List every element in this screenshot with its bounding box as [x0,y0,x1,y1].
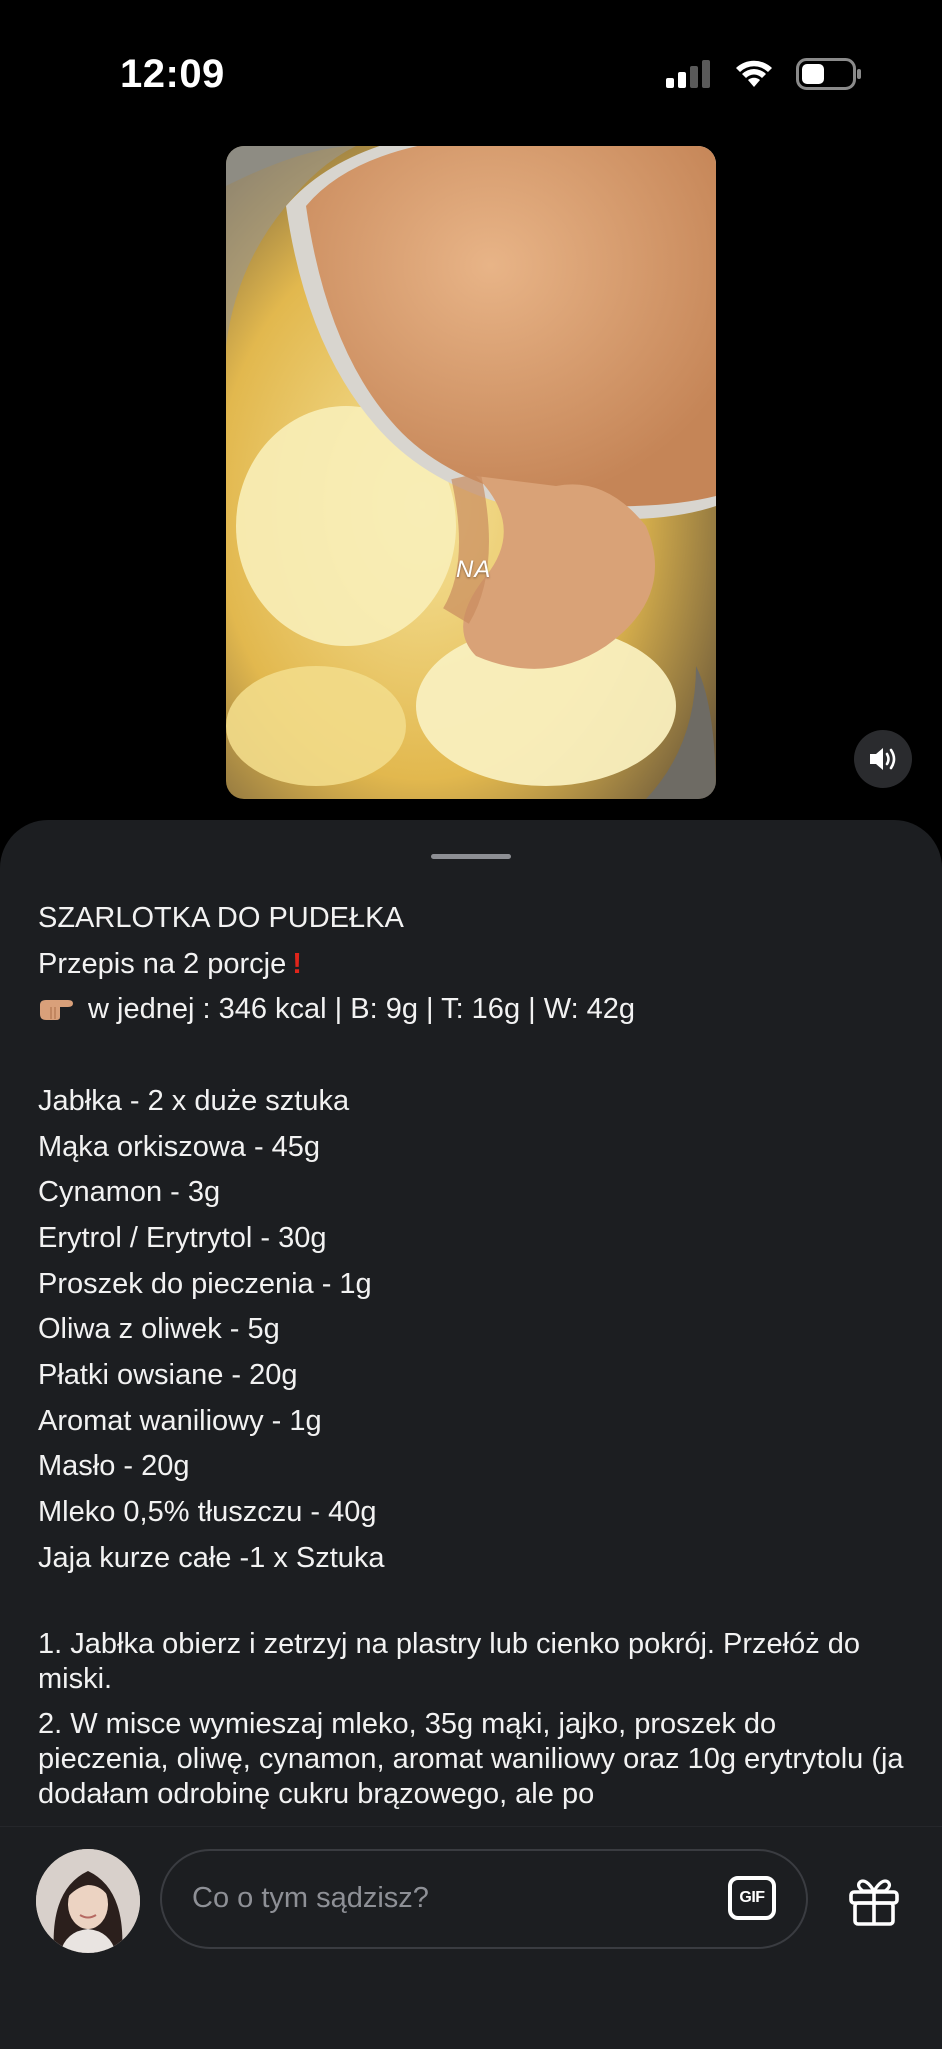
status-icons [666,58,862,90]
ingredient-item: Proszek do pieczenia - 1g [38,1267,372,1300]
recipe-step: 1. Jabłka obierz i zetrzyj na plastry lu… [38,1628,861,1696]
recipe-nutrition-line: w jednej : 346 kcal | B: 9g | T: 16g | W… [38,987,910,1033]
ingredient-item: Cynamon - 3g [38,1176,221,1209]
recipe-servings-line: Przepis na 2 porcje! [38,942,910,988]
recipe-step: 2. W misce wymieszaj mleko, 35g mąki, ja… [38,1708,904,1811]
ingredient-item: Jaja kurze całe -1 x Sztuka [38,1541,385,1574]
comment-bar: Co o tym sądzisz? GIF [0,1826,942,2049]
wifi-icon [736,60,772,87]
ingredient-item: Masło - 20g [38,1450,190,1483]
recipe-title: SZARLOTKA DO PUDEŁKA [38,902,404,934]
caption-text: SZARLOTKA DO PUDEŁKA Przepis na 2 porcje… [38,896,910,1811]
ingredient-list: Jabłka - 2 x duże sztuka Mąka orkiszowa … [38,1079,910,1582]
signal-icon [666,60,710,88]
speaker-icon [870,748,896,770]
gif-button[interactable]: GIF [728,1876,776,1920]
mute-button[interactable] [854,730,912,788]
ingredient-item: Erytrol / Erytrytol - 30g [38,1221,327,1254]
status-bar: 12:09 [0,0,942,150]
video-frame [226,146,716,799]
pointing-hand-icon [40,1000,73,1021]
recipe-nutrition: w jednej : 346 kcal | B: 9g | T: 16g | W… [88,993,636,1026]
ingredient-item: Płatki owsiane - 20g [38,1359,298,1392]
status-time: 12:09 [120,52,225,96]
video-overlay-text: NA [456,556,492,583]
avatar-image [36,1849,140,1953]
ingredient-item: Aromat waniliowy - 1g [38,1404,322,1437]
battery-icon [796,58,861,90]
comment-input[interactable]: Co o tym sądzisz? GIF [160,1849,808,1949]
ingredient-item: Mąka orkiszowa - 45g [38,1130,321,1163]
comment-placeholder: Co o tym sądzisz? [192,1882,429,1914]
exclamation-icon: ! [292,947,302,980]
ingredient-item: Oliwa z oliwek - 5g [38,1313,280,1346]
video-player[interactable]: NA [226,146,716,799]
gift-icon [849,1879,899,1926]
gift-button[interactable] [848,1875,900,1927]
ingredient-item: Jabłka - 2 x duże sztuka [38,1084,350,1117]
recipe-servings: Przepis na 2 porcje [38,947,287,980]
avatar[interactable] [36,1849,140,1953]
sheet-drag-handle[interactable] [431,854,511,859]
ingredient-item: Mleko 0,5% tłuszczu - 40g [38,1496,377,1529]
